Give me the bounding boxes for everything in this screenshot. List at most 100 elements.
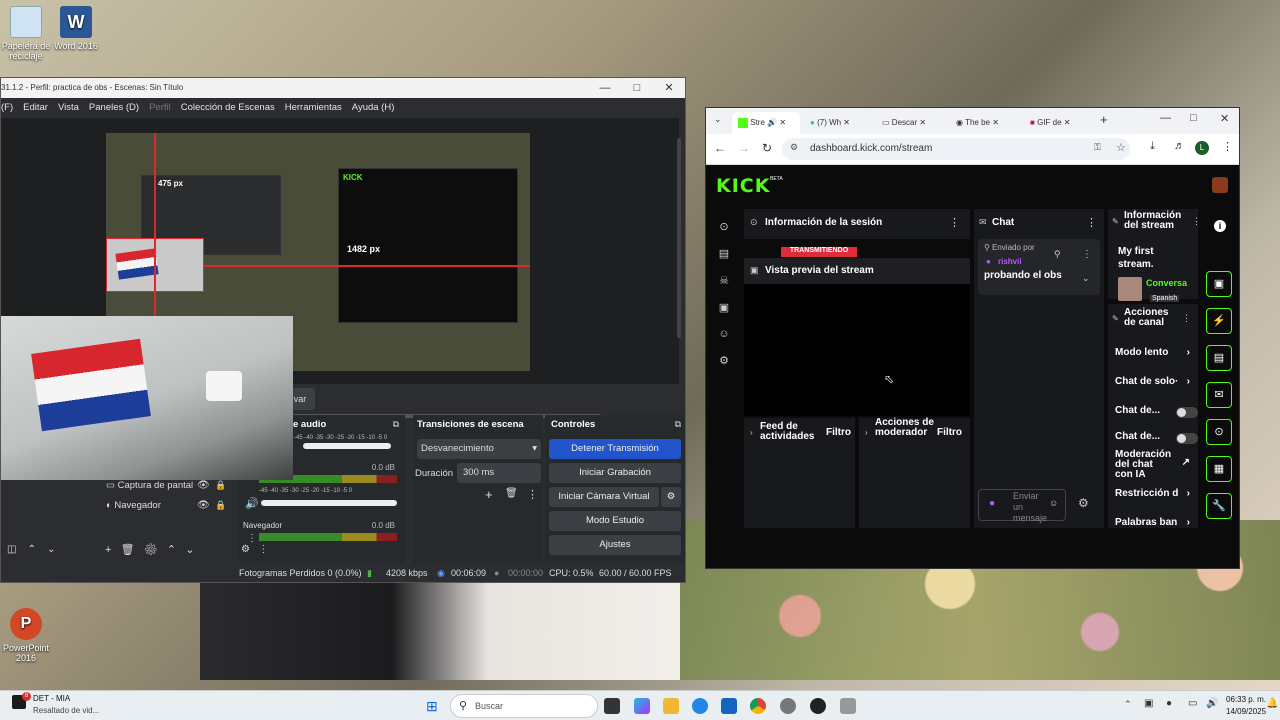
- menu-help[interactable]: Ayuda (H): [352, 98, 395, 118]
- duration-input[interactable]: 300 ms: [457, 463, 541, 483]
- desktop-icon-word[interactable]: W Word 2016: [46, 6, 106, 51]
- download-icon[interactable]: ⤓: [1150, 140, 1155, 153]
- menu-edit[interactable]: Editar: [23, 98, 48, 118]
- desktop-icon-powerpoint[interactable]: P PowerPoint 2016: [0, 608, 56, 663]
- preview-vscrollbar[interactable]: [677, 138, 681, 338]
- action-followers-only[interactable]: Chat de solo· ›: [1115, 376, 1190, 387]
- site-info-icon[interactable]: ⚙: [790, 142, 798, 153]
- eye-icon[interactable]: 👁: [197, 500, 210, 511]
- profile-avatar[interactable]: L: [1195, 141, 1209, 155]
- unpin-icon[interactable]: ⚲: [1054, 249, 1061, 260]
- bookmark-star-icon[interactable]: ☆: [1116, 141, 1126, 154]
- menu-tools[interactable]: Herramientas: [285, 98, 342, 118]
- layout-icon[interactable]: ▦: [1206, 456, 1232, 482]
- chat-input[interactable]: ● Enviar un mensaje ☺: [978, 489, 1066, 523]
- start-recording-button[interactable]: Iniciar Grabación: [549, 463, 681, 483]
- users-icon[interactable]: ☺: [717, 328, 731, 342]
- add-icon[interactable]: +: [105, 544, 111, 556]
- notepad-taskbar-icon[interactable]: [840, 698, 856, 714]
- chat-bubble-icon[interactable]: ✉: [1206, 382, 1232, 408]
- analytics-icon[interactable]: ▤: [717, 247, 731, 261]
- clock-date[interactable]: 14/09/2025: [1226, 707, 1266, 716]
- microphone-icon[interactable]: ●: [989, 498, 995, 509]
- store-icon[interactable]: [721, 698, 737, 714]
- toggle-switch[interactable]: [1176, 407, 1198, 418]
- back-icon[interactable]: ←: [714, 141, 726, 155]
- move-up-icon[interactable]: ⌃: [28, 544, 36, 555]
- lock-icon[interactable]: 🔒: [215, 480, 226, 491]
- dock-popout-icon[interactable]: ⧉: [675, 419, 681, 430]
- notification-app[interactable]: DET - MIA: [33, 694, 70, 703]
- wrench-icon[interactable]: 🔧: [1206, 493, 1232, 519]
- broadcast-icon[interactable]: ⊙: [1206, 419, 1232, 445]
- transition-select[interactable]: Desvanecimiento ▾: [417, 439, 541, 459]
- notes-icon[interactable]: ▤: [1206, 345, 1232, 371]
- action-ai-moderation[interactable]: Moderación del chat con IA ↗: [1115, 450, 1190, 480]
- chevron-down-icon[interactable]: ⌄: [1082, 273, 1090, 284]
- menu-file[interactable]: (F): [1, 98, 13, 118]
- tray-chevron-icon[interactable]: ⌃: [1124, 699, 1132, 710]
- category-name[interactable]: Conversa: [1146, 278, 1187, 288]
- activity-feed-filter[interactable]: Filtro: [826, 427, 851, 438]
- display-icon[interactable]: ▭: [1188, 698, 1197, 709]
- trophy-icon[interactable]: ☠: [717, 274, 731, 288]
- emoji-icon[interactable]: ☺: [1049, 498, 1058, 508]
- audio-volume-slider-1[interactable]: [303, 443, 391, 449]
- pinned-username[interactable]: rishvii: [998, 257, 1022, 266]
- virtual-camera-settings-gear-icon[interactable]: ⚙: [661, 487, 681, 507]
- minimize-icon[interactable]: —: [1160, 112, 1171, 124]
- password-key-icon[interactable]: ⚿: [1094, 142, 1101, 153]
- focus-icon[interactable]: ▣: [717, 301, 731, 315]
- taskbar-search[interactable]: ⚲ Buscar: [450, 694, 598, 718]
- start-virtual-camera-button[interactable]: Iniciar Cámara Virtual: [549, 487, 659, 507]
- menu-view[interactable]: Vista: [58, 98, 79, 118]
- audio-volume-slider-2[interactable]: [261, 500, 397, 506]
- action-restriction[interactable]: Restricción d ›: [1115, 488, 1190, 499]
- action-chat-toggle-2[interactable]: Chat de...: [1115, 431, 1198, 444]
- notifications-bell-icon[interactable]: 🔔: [1266, 698, 1278, 709]
- stop-streaming-button[interactable]: Detener Transmisión: [549, 439, 681, 459]
- lock-icon[interactable]: 🔒: [215, 500, 226, 511]
- kick-logo[interactable]: KICK: [716, 175, 770, 197]
- more-icon[interactable]: ⋮: [1082, 249, 1092, 260]
- stream-preview-video[interactable]: ⬁: [744, 284, 970, 416]
- network-icon[interactable]: ▣: [1144, 698, 1153, 709]
- scene-filter-icon[interactable]: ◫: [7, 544, 16, 555]
- source-item-browser[interactable]: ◐ Navegador: [106, 500, 161, 511]
- close-icon[interactable]: ✕: [653, 78, 685, 98]
- speaker-icon[interactable]: 🔊: [245, 497, 259, 510]
- edge-icon[interactable]: [692, 698, 708, 714]
- move-down-icon[interactable]: ⌄: [47, 544, 55, 555]
- windows-start-icon[interactable]: ⊞: [426, 698, 438, 715]
- settings-taskbar-icon[interactable]: [780, 698, 796, 714]
- user-avatar[interactable]: [1212, 177, 1228, 193]
- action-chat-toggle-1[interactable]: Chat de...: [1115, 405, 1198, 418]
- more-icon[interactable]: ⋮: [247, 533, 257, 544]
- info-icon[interactable]: i: [1214, 220, 1226, 232]
- webcam-popup[interactable]: [1, 316, 293, 480]
- file-explorer-icon[interactable]: [663, 698, 679, 714]
- action-slow-mode[interactable]: Modo lento ›: [1115, 347, 1190, 358]
- stream-broadcast-icon[interactable]: ⊙: [717, 220, 731, 234]
- close-icon[interactable]: ✕: [1220, 112, 1229, 125]
- settings-button[interactable]: Ajustes: [549, 535, 681, 555]
- chrome-menu-icon[interactable]: ⋮: [1222, 140, 1233, 153]
- move-up-icon[interactable]: ⌃: [167, 544, 176, 556]
- tab-descargas[interactable]: ▭ Descar ✕: [882, 112, 944, 134]
- reload-icon[interactable]: ↻: [762, 141, 772, 155]
- more-icon[interactable]: ⋮: [258, 544, 268, 555]
- audio-settings-icon[interactable]: ⚙: [241, 544, 250, 555]
- more-icon[interactable]: ⋮: [1182, 313, 1191, 324]
- tab-gif[interactable]: ■ GIF de ✕: [1030, 112, 1092, 134]
- more-icon[interactable]: ⋮: [949, 216, 960, 229]
- tab-kick[interactable]: Stre 🔊 ✕: [732, 112, 800, 134]
- menu-profile[interactable]: Perfil: [149, 98, 171, 118]
- trash-icon[interactable]: 🗑: [121, 544, 135, 556]
- new-tab-icon[interactable]: +: [1100, 112, 1108, 127]
- more-icon[interactable]: ⋮: [527, 488, 538, 501]
- gear-icon[interactable]: ⚙: [144, 544, 158, 556]
- action-banned-words[interactable]: Palabras ban ›: [1115, 517, 1190, 528]
- menu-docks[interactable]: Paneles (D): [89, 98, 139, 118]
- lightning-icon[interactable]: ⚡: [1206, 308, 1232, 334]
- tab-whatsapp[interactable]: ● (7) Wh ✕: [810, 112, 870, 134]
